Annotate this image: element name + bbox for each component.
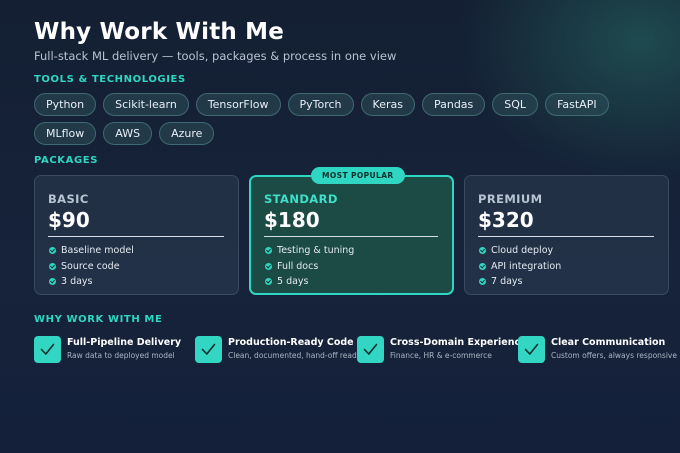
tool-tag-sql: SQL (492, 93, 539, 116)
tool-tag-azure: Azure (159, 122, 215, 145)
package-name: PREMIUM (478, 192, 543, 206)
check-dot-icon (265, 247, 272, 255)
benefit-description: Custom offers, always responsive (551, 351, 677, 360)
page-title: Why Work With Me (34, 19, 285, 45)
check-dot-icon (49, 278, 56, 286)
tools-tag-list: Python Scikit-learn TensorFlow PyTorch K… (34, 93, 646, 145)
benefit-title: Cross-Domain Experience (390, 337, 527, 348)
check-dot-icon (479, 262, 486, 270)
page: Why Work With Me Full-stack ML delivery … (34, 18, 677, 363)
packages-section-title: PACKAGES (34, 155, 99, 166)
check-dot-icon (479, 278, 486, 286)
check-icon (34, 336, 61, 363)
benefit-title: Clear Communication (551, 337, 666, 348)
package-name: STANDARD (264, 192, 338, 206)
benefit-title: Production-Ready Code (228, 337, 354, 348)
check-icon (357, 336, 384, 363)
tool-tag-keras: Keras (360, 93, 415, 116)
package-price: $180 (264, 208, 320, 232)
check-dot-icon (49, 262, 56, 270)
benefit-description: Raw data to deployed model (67, 351, 175, 360)
tool-tag-pytorch: PyTorch (287, 93, 354, 116)
package-feature: Cloud deploy (478, 243, 654, 259)
package-feature: 3 days (48, 274, 224, 290)
tool-tag-fastapi: FastAPI (545, 93, 609, 116)
check-dot-icon (49, 247, 56, 255)
tool-tag-pandas: Pandas (421, 93, 486, 116)
check-icon (195, 336, 222, 363)
package-feature: 7 days (478, 274, 654, 290)
benefit-description: Finance, HR & e-commerce (390, 351, 492, 360)
tool-tag-python: Python (34, 93, 97, 116)
package-card-standard[interactable]: MOST POPULAR STANDARD $180 Testing & tun… (249, 167, 454, 295)
page-subtitle: Full-stack ML delivery — tools, packages… (34, 49, 397, 63)
package-price: $320 (478, 208, 534, 232)
package-name: BASIC (48, 192, 89, 206)
divider (48, 236, 224, 237)
package-feature: Full docs (264, 259, 438, 275)
tool-tag-scikit-learn: Scikit-learn (103, 93, 189, 116)
tool-tag-tensorflow: TensorFlow (195, 93, 281, 116)
check-dot-icon (265, 262, 272, 270)
package-feature: API integration (478, 259, 654, 275)
why-section-title: WHY WORK WITH ME (34, 314, 163, 325)
tool-tag-aws: AWS (103, 122, 153, 145)
benefit-title: Full-Pipeline Delivery (67, 337, 182, 348)
tools-section-title: TOOLS & TECHNOLOGIES (34, 74, 186, 85)
check-dot-icon (265, 278, 272, 286)
tool-tag-mlflow: MLflow (34, 122, 97, 145)
package-feature: Testing & tuning (264, 243, 438, 259)
most-popular-badge: MOST POPULAR (311, 167, 405, 184)
package-feature: 5 days (264, 274, 438, 290)
package-feature: Baseline model (48, 243, 224, 259)
check-dot-icon (479, 247, 486, 255)
package-card-premium[interactable]: PREMIUM $320 Cloud deploy API integratio… (464, 175, 669, 295)
divider (264, 236, 438, 237)
divider (478, 236, 654, 237)
package-price: $90 (48, 208, 90, 232)
benefit-description: Clean, documented, hand-off ready (228, 351, 362, 360)
package-feature: Source code (48, 259, 224, 275)
package-card-basic[interactable]: BASIC $90 Baseline model Source code 3 d… (34, 175, 239, 295)
check-icon (518, 336, 545, 363)
